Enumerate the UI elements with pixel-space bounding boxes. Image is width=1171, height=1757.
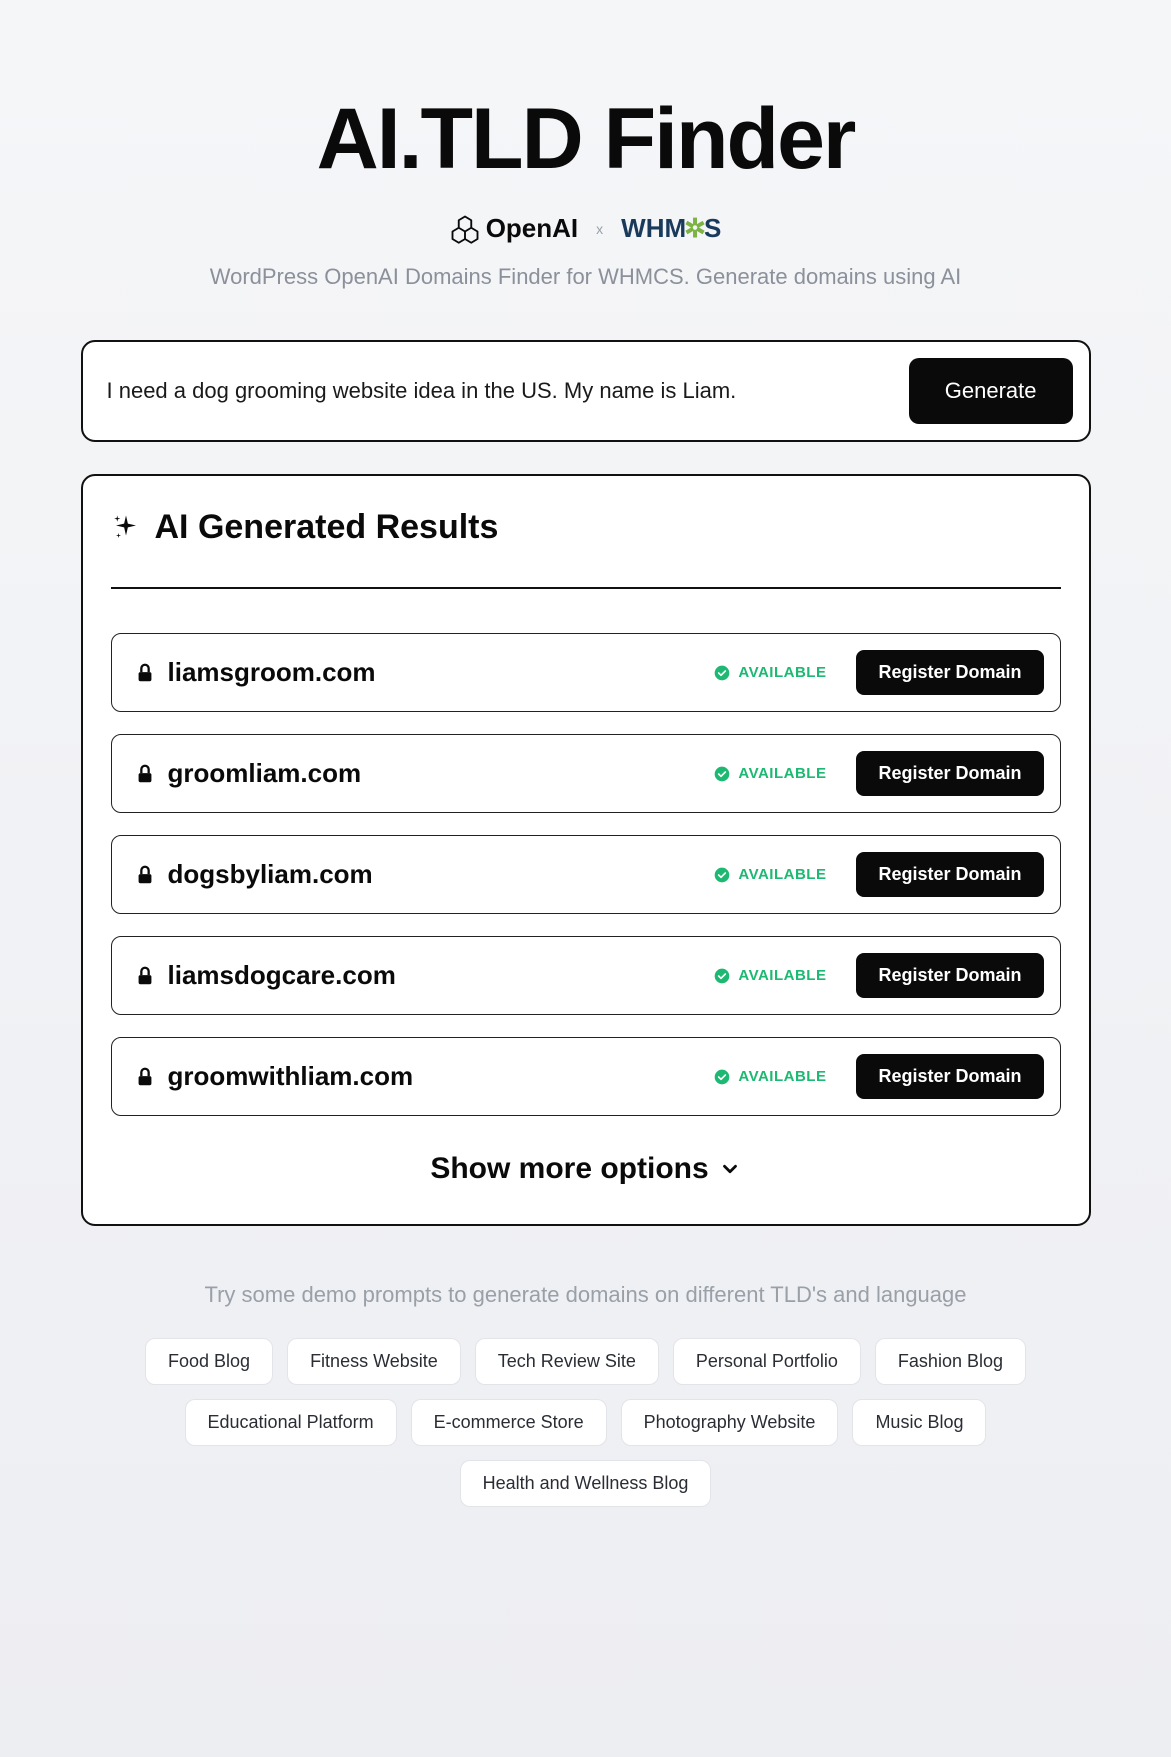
- results-card: AI Generated Results liamsgroom.com AVAIL…: [81, 474, 1091, 1226]
- domain-name: groomliam.com: [168, 758, 362, 789]
- lock-icon: [134, 662, 156, 684]
- domain-row: groomwithliam.com AVAILABLE Register Domai…: [111, 1037, 1061, 1116]
- lock-icon: [134, 1066, 156, 1088]
- lock-icon: [134, 864, 156, 886]
- demo-chip[interactable]: Photography Website: [621, 1399, 839, 1446]
- app-title: AI.TLD Finder: [81, 90, 1091, 189]
- demo-chip[interactable]: Music Blog: [852, 1399, 986, 1446]
- search-card: Generate: [81, 340, 1091, 442]
- domain-name: liamsdogcare.com: [168, 960, 396, 991]
- domain-list: liamsgroom.comAVAILABLERegister Domaingr…: [111, 633, 1061, 1116]
- demo-hint: Try some demo prompts to generate domain…: [81, 1282, 1091, 1308]
- domain-left: groomwithliam.com: [134, 1061, 715, 1092]
- powered-by-row: OpenAI x WHM✲S: [81, 213, 1091, 244]
- status-label: AVAILABLE: [738, 1068, 826, 1085]
- whmcs-prefix: WHM: [621, 213, 686, 244]
- demo-chip[interactable]: Tech Review Site: [475, 1338, 659, 1385]
- status-label: AVAILABLE: [738, 765, 826, 782]
- domain-left: dogsbyliam.com: [134, 859, 715, 890]
- check-circle-icon: [714, 968, 730, 984]
- openai-icon: [450, 214, 480, 244]
- gear-icon: ✲: [684, 213, 706, 244]
- separator: x: [596, 221, 603, 237]
- register-button[interactable]: Register Domain: [856, 1054, 1043, 1099]
- generate-button[interactable]: Generate: [909, 358, 1073, 424]
- show-more-label: Show more options: [430, 1152, 708, 1186]
- domain-row: groomliam.com AVAILABLE Register Domain: [111, 734, 1061, 813]
- status-group: AVAILABLE: [714, 765, 826, 782]
- demo-chips: Food Blog Fitness Website Tech Review Site…: [81, 1338, 1091, 1507]
- demo-chip[interactable]: Food Blog: [145, 1338, 273, 1385]
- prompt-input[interactable]: [107, 378, 893, 404]
- domain-row: liamsdogcare.com AVAILABLE Register Domain: [111, 936, 1061, 1015]
- lock-icon: [134, 763, 156, 785]
- status-group: AVAILABLE: [714, 866, 826, 883]
- status-group: AVAILABLE: [714, 967, 826, 984]
- results-title: AI Generated Results: [155, 508, 499, 547]
- demo-chip[interactable]: Educational Platform: [185, 1399, 397, 1446]
- show-more-button[interactable]: Show more options: [111, 1152, 1061, 1186]
- domain-name: groomwithliam.com: [168, 1061, 414, 1092]
- status-label: AVAILABLE: [738, 866, 826, 883]
- demo-chip[interactable]: Fitness Website: [287, 1338, 461, 1385]
- results-header: AI Generated Results: [111, 508, 1061, 589]
- demo-chip[interactable]: Personal Portfolio: [673, 1338, 861, 1385]
- chevron-down-icon: [719, 1158, 741, 1180]
- domain-name: dogsbyliam.com: [168, 859, 373, 890]
- domain-name: liamsgroom.com: [168, 657, 376, 688]
- openai-logo: OpenAI: [450, 213, 578, 244]
- domain-left: liamsgroom.com: [134, 657, 715, 688]
- demo-chip[interactable]: Fashion Blog: [875, 1338, 1026, 1385]
- status-label: AVAILABLE: [738, 664, 826, 681]
- status-group: AVAILABLE: [714, 1068, 826, 1085]
- lock-icon: [134, 965, 156, 987]
- header: AI.TLD Finder OpenAI x WHM✲S WordPress O…: [81, 90, 1091, 290]
- register-button[interactable]: Register Domain: [856, 650, 1043, 695]
- status-group: AVAILABLE: [714, 664, 826, 681]
- demo-chip[interactable]: E-commerce Store: [411, 1399, 607, 1446]
- register-button[interactable]: Register Domain: [856, 852, 1043, 897]
- status-label: AVAILABLE: [738, 967, 826, 984]
- demo-section: Try some demo prompts to generate domain…: [81, 1282, 1091, 1507]
- check-circle-icon: [714, 665, 730, 681]
- whmcs-logo: WHM✲S: [621, 213, 721, 244]
- demo-chip[interactable]: Health and Wellness Blog: [460, 1460, 712, 1507]
- check-circle-icon: [714, 1069, 730, 1085]
- domain-left: groomliam.com: [134, 758, 715, 789]
- whmcs-suffix: S: [704, 213, 721, 244]
- domain-left: liamsdogcare.com: [134, 960, 715, 991]
- check-circle-icon: [714, 867, 730, 883]
- subtitle: WordPress OpenAI Domains Finder for WHMC…: [81, 264, 1091, 290]
- domain-row: liamsgroom.com AVAILABLE Register Domain: [111, 633, 1061, 712]
- openai-label: OpenAI: [486, 213, 578, 244]
- register-button[interactable]: Register Domain: [856, 953, 1043, 998]
- sparkle-icon: [111, 513, 141, 543]
- check-circle-icon: [714, 766, 730, 782]
- domain-row: dogsbyliam.com AVAILABLE Register Domain: [111, 835, 1061, 914]
- register-button[interactable]: Register Domain: [856, 751, 1043, 796]
